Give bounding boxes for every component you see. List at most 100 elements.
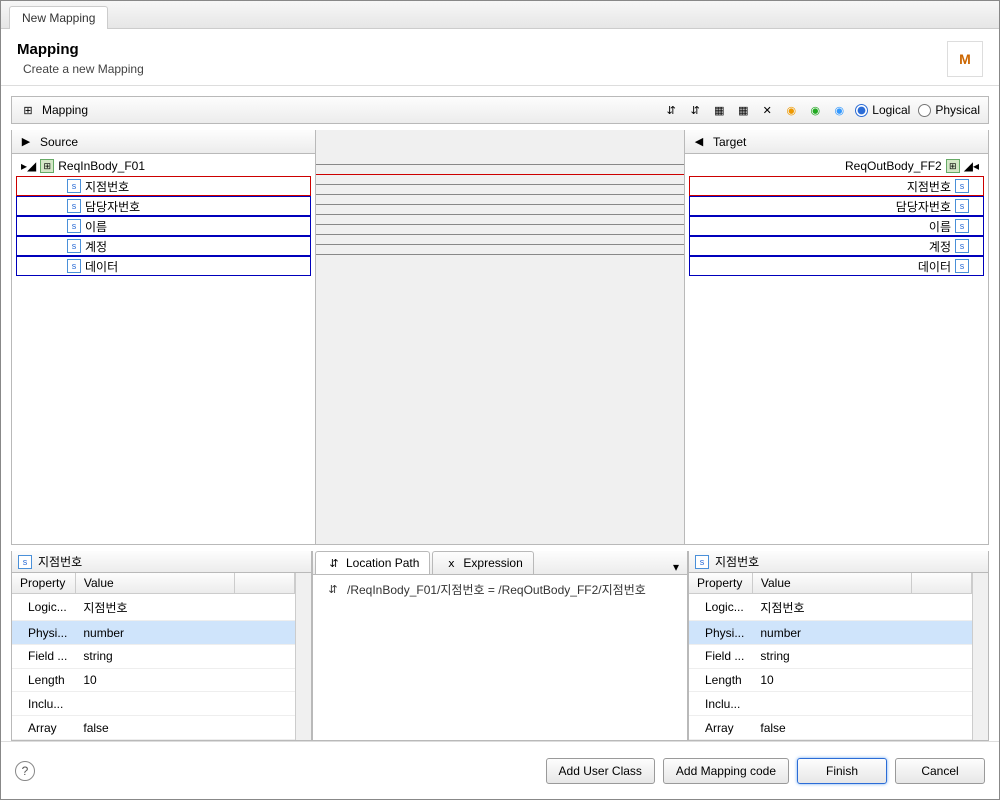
tab-expression[interactable]: ⅹExpression [432,551,533,574]
expand-icon[interactable]: ▸◢ [21,159,36,173]
page-subtitle: Create a new Mapping [23,62,144,76]
main-panels: ▶ Source ▸◢ ⊞ ReqInBody_F01 s지점번호 s담당자번호… [11,130,989,545]
table-row[interactable]: Length10 [12,668,295,692]
string-icon: s [955,199,969,213]
toolbar-action-5-icon[interactable]: ✕ [759,102,775,118]
toolbar-action-1-icon[interactable]: ⇵ [663,102,679,118]
source-root-row[interactable]: ▸◢ ⊞ ReqInBody_F01 [16,156,311,176]
table-row[interactable]: Physi...number [689,621,972,645]
string-icon: s [67,199,81,213]
mapping-lines-panel[interactable] [315,130,685,544]
target-icon: ◀ [691,134,707,150]
source-field-row[interactable]: s 지점번호 [16,176,311,196]
logical-radio[interactable]: Logical [855,103,910,117]
dialog-header: Mapping Create a new Mapping M [1,29,999,86]
dialog-footer: ? Add User Class Add Mapping code Finish… [1,741,999,799]
table-row[interactable]: Logic...지점번호 [12,594,295,621]
src-props-header: s 지점번호 [12,551,311,573]
content-area: ⊞ Mapping ⇵ ⇵ ▦ ▦ ✕ ◉ ◉ ◉ Logical Physic… [1,86,999,741]
mapping-header-icon: M [947,41,983,77]
tab-dropdown-icon[interactable]: ▾ [665,560,687,574]
target-field-row[interactable]: 계정s [689,236,984,256]
source-label: Source [40,135,78,149]
table-row[interactable]: Inclu... [689,692,972,716]
target-tree[interactable]: ReqOutBody_FF2 ⊞ ◢◂ 지점번호 s 담당자번호s 이름s 계정s… [685,154,988,278]
target-field-row[interactable]: 지점번호 s [689,176,984,196]
expand-icon[interactable]: ◢◂ [964,159,979,173]
add-user-class-button[interactable]: Add User Class [546,758,655,784]
location-path-text: /ReqInBody_F01/지점번호 = /ReqOutBody_FF2/지점… [347,581,646,598]
col-value[interactable]: Value [752,573,911,594]
string-icon: s [955,239,969,253]
help-icon[interactable]: ? [15,761,35,781]
toolbar-action-2-icon[interactable]: ⇵ [687,102,703,118]
struct-icon: ⊞ [40,159,54,173]
toolbar-action-7-icon[interactable]: ◉ [807,102,823,118]
toolbar-action-8-icon[interactable]: ◉ [831,102,847,118]
mapping-toolbar: ⊞ Mapping ⇵ ⇵ ▦ ▦ ✕ ◉ ◉ ◉ Logical Physic… [11,96,989,124]
string-icon: s [67,259,81,273]
target-field-row[interactable]: 담당자번호s [689,196,984,216]
scrollbar[interactable] [295,573,311,740]
source-tree[interactable]: ▸◢ ⊞ ReqInBody_F01 s지점번호 s담당자번호 s이름 s계정 … [12,154,315,278]
col-property[interactable]: Property [12,573,75,594]
target-field-row[interactable]: 데이터s [689,256,984,276]
string-icon: s [67,239,81,253]
source-icon: ▶ [18,134,34,150]
target-root-row[interactable]: ReqOutBody_FF2 ⊞ ◢◂ [689,156,984,176]
table-row[interactable]: Length10 [689,668,972,692]
string-icon: s [18,555,32,569]
source-field-row[interactable]: s데이터 [16,256,311,276]
physical-radio-label: Physical [935,103,980,117]
expression-icon: ⅹ [443,555,459,571]
finish-button[interactable]: Finish [797,758,887,784]
toolbar-action-4-icon[interactable]: ▦ [735,102,751,118]
table-row[interactable]: Physi...number [12,621,295,645]
expression-panel: ⇵ Location Path ⅹExpression ▾ ⇵ /ReqInBod… [312,551,688,741]
mapping-label: Mapping [42,103,88,117]
target-properties-panel: s 지점번호 Property Value Logic...지점번호 Physi… [688,551,989,741]
toolbar-action-3-icon[interactable]: ▦ [711,102,727,118]
source-panel-header: ▶ Source [12,130,315,154]
tgt-props-header: s 지점번호 [689,551,988,573]
logical-radio-label: Logical [872,103,910,117]
target-panel: ◀ Target ReqOutBody_FF2 ⊞ ◢◂ 지점번호 s 담당자번호… [685,130,988,544]
tgt-props-table[interactable]: Property Value Logic...지점번호 Physi...numb… [689,573,972,740]
col-value[interactable]: Value [75,573,234,594]
target-label: Target [713,135,746,149]
source-field-row[interactable]: s이름 [16,216,311,236]
source-field-row[interactable]: s 계정 [16,236,311,256]
add-mapping-code-button[interactable]: Add Mapping code [663,758,789,784]
path-icon: ⇵ [326,555,342,571]
table-row[interactable]: Field ...string [12,644,295,668]
source-field-label: 계정 [85,238,107,255]
source-field-row[interactable]: s담당자번호 [16,196,311,216]
col-property[interactable]: Property [689,573,752,594]
scrollbar[interactable] [972,573,988,740]
source-field-label: 지점번호 [85,178,129,195]
target-field-row[interactable]: 이름s [689,216,984,236]
tgt-props-title: 지점번호 [715,553,759,570]
editor-tab[interactable]: New Mapping [9,6,108,29]
expression-tabbar: ⇵ Location Path ⅹExpression ▾ [313,551,687,575]
source-properties-panel: s 지점번호 Property Value Logic...지점번호 Physi… [11,551,312,741]
table-row[interactable]: Inclu... [12,692,295,716]
title-bar[interactable]: New Mapping [1,1,999,29]
target-field-label: 지점번호 [907,178,951,195]
table-row[interactable]: Arrayfalse [689,716,972,740]
physical-radio[interactable]: Physical [918,103,980,117]
tab-label: Location Path [346,556,419,570]
string-icon: s [67,179,81,193]
toolbar-action-6-icon[interactable]: ◉ [783,102,799,118]
target-panel-header: ◀ Target [685,130,988,154]
src-props-table[interactable]: Property Value Logic...지점번호 Physi...numb… [12,573,295,740]
cancel-button[interactable]: Cancel [895,758,985,784]
mapping-icon: ⊞ [20,102,36,118]
string-icon: s [955,179,969,193]
table-row[interactable]: Field ...string [689,644,972,668]
table-row[interactable]: Logic...지점번호 [689,594,972,621]
table-row[interactable]: Arrayfalse [12,716,295,740]
tab-location-path[interactable]: ⇵ Location Path [315,551,430,574]
string-icon: s [955,259,969,273]
mapping-link-icon: ⇵ [325,581,341,597]
